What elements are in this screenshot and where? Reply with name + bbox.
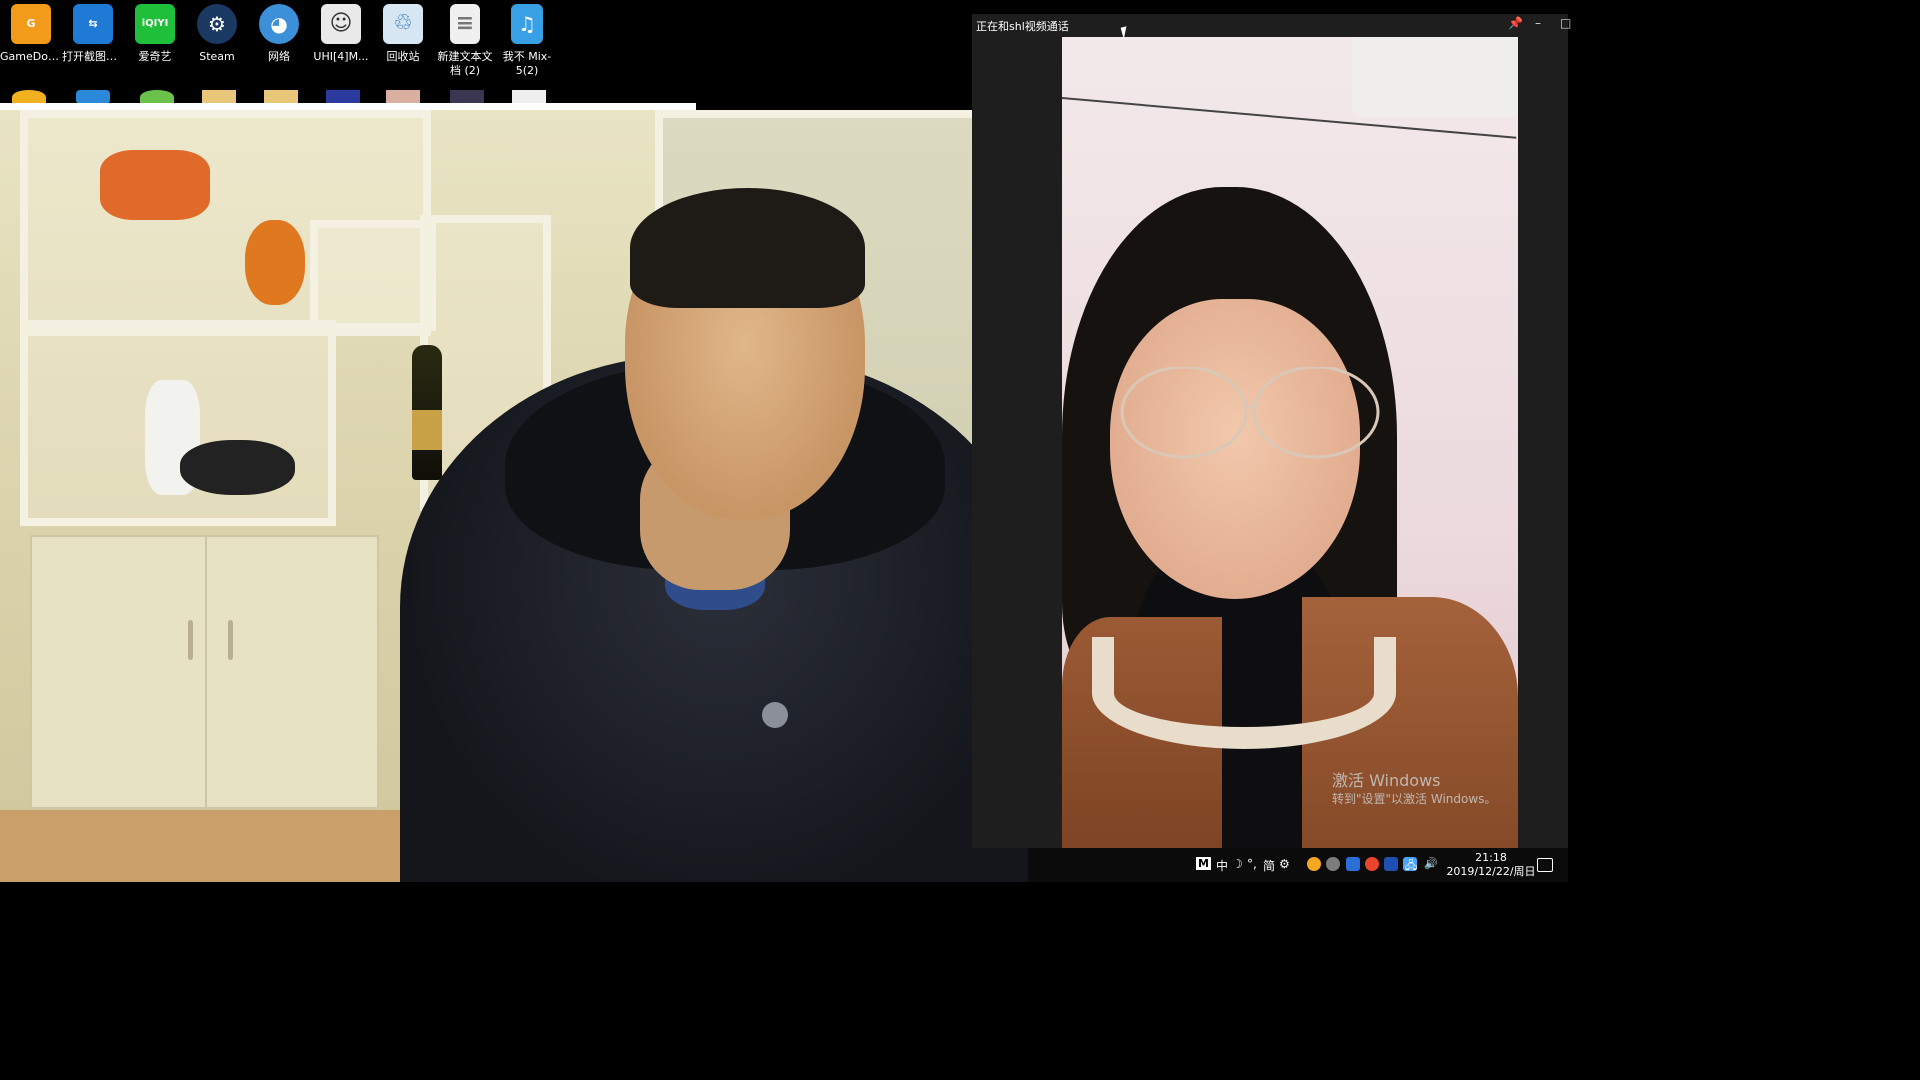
call-window-title: 正在和shl视频通话 <box>976 20 1069 33</box>
taskbar: M 中 ☽ °, 简 ⚙ 🖧 🔊 21:18 2019/12/22/周日 <box>1028 848 1568 882</box>
watermark-subtitle: 转到"设置"以激活 Windows。 <box>1332 792 1497 806</box>
ime-settings-icon[interactable]: ⚙ <box>1279 857 1290 871</box>
tray-app-icon[interactable] <box>1384 857 1398 871</box>
steam-tray-icon[interactable] <box>1326 857 1340 871</box>
volume-icon[interactable]: 🔊 <box>1424 857 1438 870</box>
desktop-icon-partial[interactable] <box>264 90 298 104</box>
desktop-icon-label: 回收站 <box>386 50 420 63</box>
glasses <box>1120 367 1380 459</box>
desktop-icon-label: UHI[4]M... <box>313 50 369 63</box>
cabinet-door <box>30 535 209 809</box>
iqiyi-icon: iQIYI <box>135 4 175 44</box>
mp3-icon: ♫ <box>511 4 543 44</box>
ime-punctuation-icon[interactable]: °, <box>1247 857 1257 871</box>
network-icon: ◕ <box>259 4 299 44</box>
desktop-icon-partial[interactable] <box>512 90 546 104</box>
toy-figure <box>245 220 305 305</box>
desktop-icon-text-file[interactable]: ≡ 新建文本文档 (2) <box>434 4 496 78</box>
desktop-icon-label: GameDow... <box>0 50 62 63</box>
text-file-icon: ≡ <box>450 4 480 44</box>
gamedow-icon: G <box>11 4 51 44</box>
coat-button <box>762 702 788 728</box>
desktop-icon-label: 网络 <box>268 50 290 63</box>
steam-icon: ⚙ <box>197 4 237 44</box>
desktop-icon-label: 我不 Mix-5(2) <box>502 50 552 77</box>
shelf-unit <box>310 220 436 331</box>
desktop-icon-label: 新建文本文档 (2) <box>437 50 493 77</box>
desktop-icon-partial[interactable] <box>450 90 484 104</box>
desktop-icon-partial[interactable] <box>326 90 360 104</box>
uhi-icon: ☺ <box>321 4 361 44</box>
watermark-title: 激活 Windows <box>1332 771 1441 790</box>
cabinet-handle <box>188 620 193 660</box>
clock-time: 21:18 <box>1475 851 1507 864</box>
clock-date: 2019/12/22/周日 <box>1446 865 1536 878</box>
desktop-icon-partial[interactable] <box>140 90 174 104</box>
desktop-icon-network[interactable]: ◕ 网络 <box>248 4 310 64</box>
desktop-icon-uhi[interactable]: ☺ UHI[4]M... <box>310 4 372 64</box>
cabinet-handle <box>228 620 233 660</box>
recycle-bin-icon: ♲ <box>383 4 423 44</box>
remote-video-feed: 激活 Windows 转到"设置"以激活 Windows。 <box>1062 37 1518 848</box>
cabinet-door <box>205 535 379 809</box>
maximize-button[interactable]: □ <box>1560 16 1571 30</box>
ime-simplified[interactable]: 简 <box>1263 857 1275 874</box>
desktop-icon-screenshot[interactable]: ⇆ 打开截图给我 <box>62 4 124 64</box>
tray-app-icon[interactable] <box>1307 857 1321 871</box>
desktop-icon-mp3[interactable]: ♫ 我不 Mix-5(2) <box>496 4 558 78</box>
desktop-icon-iqiyi[interactable]: iQIYI 爱奇艺 <box>124 4 186 64</box>
toy-figure <box>100 150 210 220</box>
bottle-label <box>412 410 442 450</box>
desktop-icon-label: 打开截图给我 <box>62 50 124 63</box>
ime-mode-icon[interactable]: M <box>1196 857 1211 870</box>
desktop-icon-partial[interactable] <box>386 90 420 104</box>
headset-box <box>180 440 295 495</box>
air-conditioner <box>1352 37 1518 117</box>
desktop-icon-label: Steam <box>199 50 235 63</box>
desktop: G GameDow... ⇆ 打开截图给我 iQIYI 爱奇艺 ⚙ Steam … <box>0 0 972 110</box>
network-icon[interactable]: 🖧 <box>1405 857 1417 876</box>
window-edge <box>0 103 696 110</box>
notification-center-icon[interactable] <box>1537 858 1553 872</box>
tray-app-icon[interactable] <box>1346 857 1360 871</box>
taskbar-clock[interactable]: 21:18 2019/12/22/周日 <box>1441 851 1541 879</box>
ime-language[interactable]: 中 <box>1216 857 1228 874</box>
teamviewer-icon: ⇆ <box>73 4 113 44</box>
tray-app-icon[interactable] <box>1365 857 1379 871</box>
desktop-icon-recycle-bin[interactable]: ♲ 回收站 <box>372 4 434 64</box>
windows-activation-watermark: 激活 Windows 转到"设置"以激活 Windows。 <box>1332 771 1496 807</box>
desktop-icon-steam[interactable]: ⚙ Steam <box>186 4 248 64</box>
desktop-icon-partial[interactable] <box>12 90 46 104</box>
desktop-icon-partial[interactable] <box>202 90 236 104</box>
hood-lining <box>1092 637 1396 749</box>
ime-moon-icon[interactable]: ☽ <box>1232 857 1243 871</box>
desktop-icon-label: 爱奇艺 <box>138 50 172 63</box>
local-video-feed <box>0 110 1028 882</box>
desktop-icon-partial[interactable] <box>76 90 110 104</box>
pin-icon[interactable]: 📌 <box>1508 16 1523 30</box>
person-hair <box>630 188 865 308</box>
minimize-button[interactable]: – <box>1535 16 1541 30</box>
desktop-icon-gamedow[interactable]: G GameDow... <box>0 4 62 64</box>
